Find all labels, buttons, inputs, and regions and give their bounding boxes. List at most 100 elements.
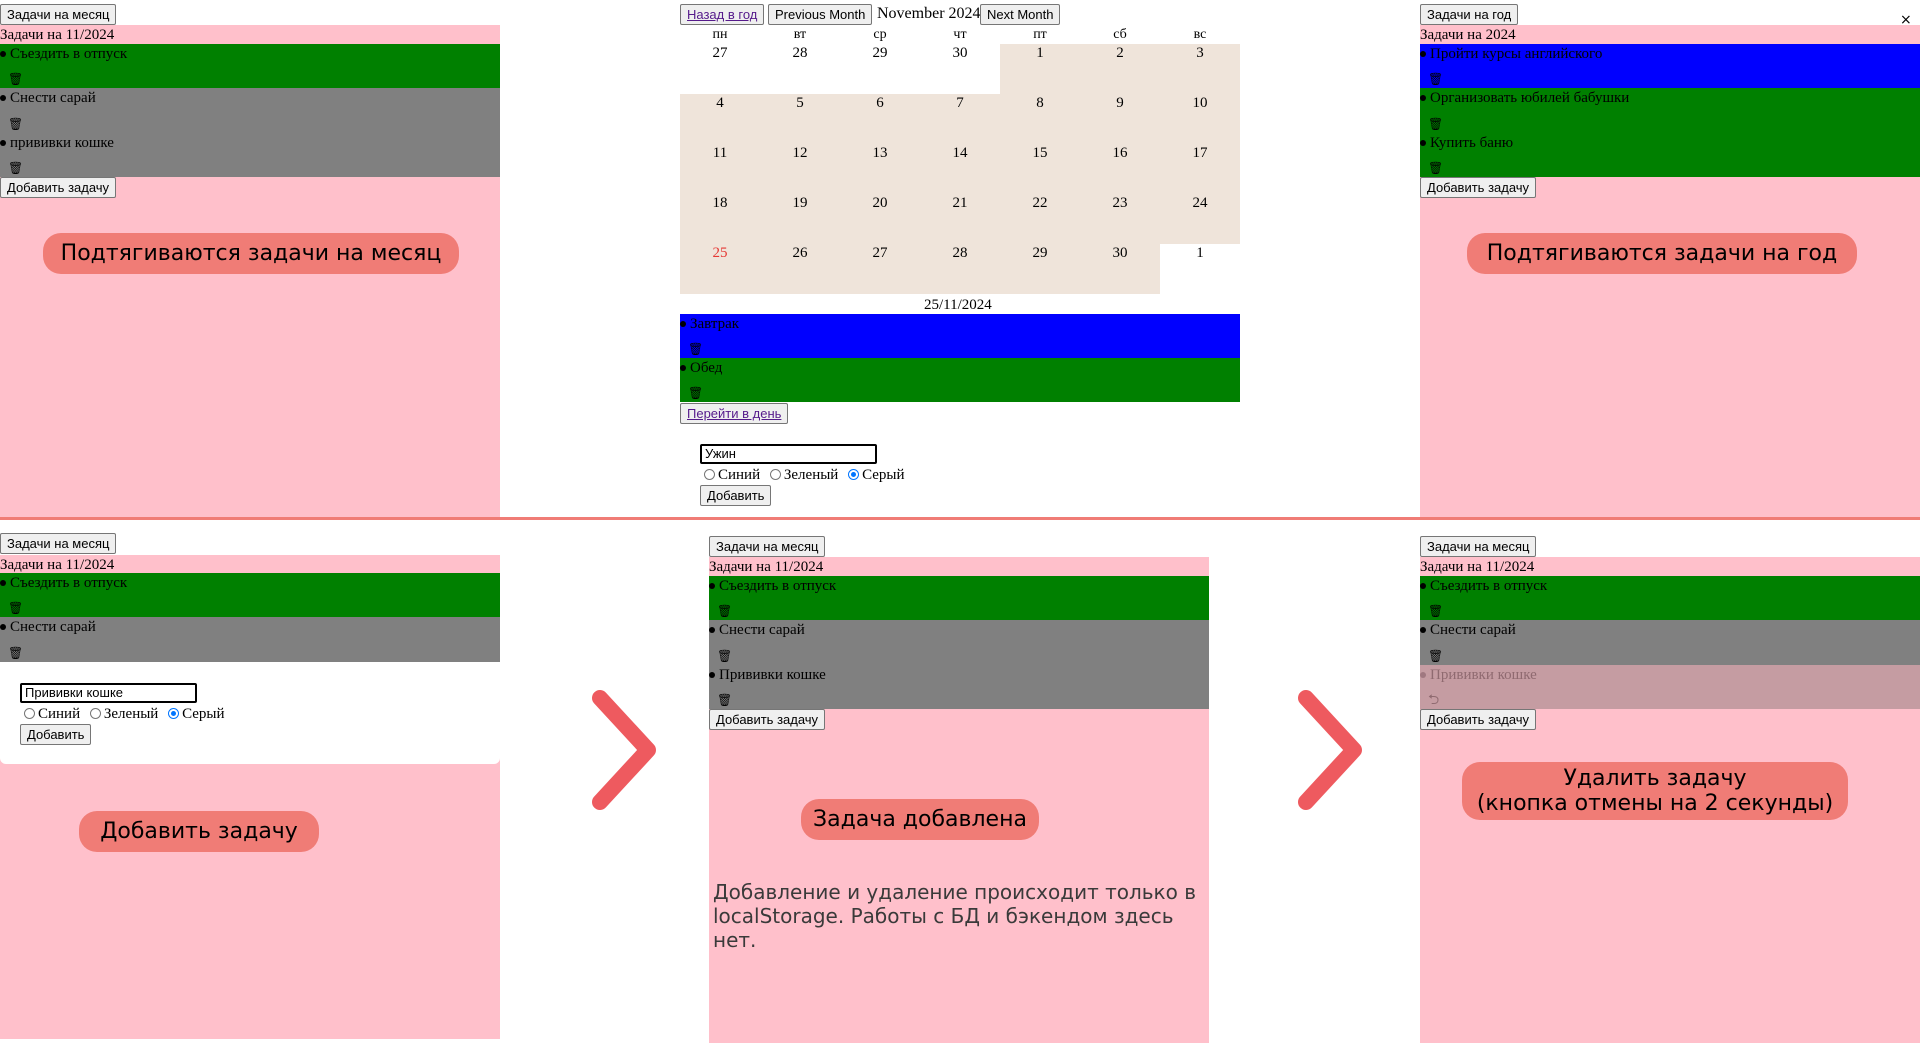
bullet-icon	[1420, 139, 1426, 146]
calendar-day[interactable]: 7	[920, 94, 1000, 144]
task-text: Обед	[690, 360, 723, 376]
calendar-day[interactable]: 23	[1080, 194, 1160, 244]
calendar-day[interactable]: 1	[1000, 44, 1080, 94]
calendar-day[interactable]: 13	[840, 144, 920, 194]
add-task-button[interactable]: Добавить задачу	[709, 709, 826, 730]
calendar-day[interactable]: 2	[1080, 44, 1160, 94]
undo-icon[interactable]: ⮌	[1428, 693, 1439, 707]
radio-blue[interactable]	[24, 708, 35, 720]
bullet-icon	[1420, 50, 1426, 57]
next-month-button[interactable]: Next Month	[980, 4, 1061, 25]
calendar-day[interactable]: 10	[1160, 94, 1240, 144]
calendar-day[interactable]: 14	[920, 144, 1000, 194]
task-item: Пройти курсы английского 🗑	[1420, 44, 1920, 88]
radio-gray[interactable]	[848, 469, 860, 481]
month-tasks-button[interactable]: Задачи на месяц	[709, 536, 826, 557]
calendar-day[interactable]: 29	[1000, 244, 1080, 294]
calendar-day-outside[interactable]: 1	[1160, 244, 1240, 294]
caption-task-added: Задача добавлена	[801, 799, 1039, 840]
trash-icon[interactable]: 🗑	[8, 647, 23, 659]
trash-icon[interactable]: 🗑	[1428, 162, 1443, 174]
calendar-day[interactable]: 3	[1160, 44, 1240, 94]
caption-year-tasks: Подтягиваются задачи на год	[1467, 233, 1857, 274]
color-radio-group: Синий Зеленый Серый	[24, 705, 231, 723]
new-task-input[interactable]: Ужин	[700, 444, 877, 464]
calendar-day[interactable]: 30	[1080, 244, 1160, 294]
radio-blue[interactable]	[704, 469, 715, 481]
close-icon[interactable]: ×	[1900, 13, 1912, 27]
calendar-day-outside[interactable]: 27	[680, 44, 760, 94]
add-button[interactable]: Добавить	[700, 485, 772, 506]
task-text: Завтрак	[690, 316, 740, 332]
trash-icon[interactable]: 🗑	[8, 162, 23, 174]
calendar-day[interactable]: 15	[1000, 144, 1080, 194]
trash-icon[interactable]: 🗑	[717, 605, 732, 617]
calendar-day[interactable]: 5	[760, 94, 840, 144]
calendar-day[interactable]: 16	[1080, 144, 1160, 194]
bullet-icon	[680, 320, 686, 327]
calendar-day[interactable]: 28	[920, 244, 1000, 294]
calendar-day-outside[interactable]: 30	[920, 44, 1000, 94]
trash-icon[interactable]: 🗑	[8, 602, 23, 614]
calendar-day[interactable]: 27	[840, 244, 920, 294]
calendar-day[interactable]: 12	[760, 144, 840, 194]
month-tasks-button[interactable]: Задачи на месяц	[0, 533, 117, 554]
bullet-icon	[0, 50, 6, 57]
calendar-day[interactable]: 9	[1080, 94, 1160, 144]
calendar-day[interactable]: 19	[760, 194, 840, 244]
task-text: Пройти курсы английского	[1430, 46, 1603, 62]
calendar-day[interactable]: 25	[680, 244, 760, 294]
trash-icon[interactable]: 🗑	[717, 694, 732, 706]
weekday-label: вс	[1193, 27, 1207, 42]
task-text: Прививки кошке	[719, 667, 826, 683]
trash-icon[interactable]: 🗑	[1428, 73, 1443, 85]
weekday-label: ср	[873, 27, 887, 42]
calendar-day[interactable]: 4	[680, 94, 760, 144]
trash-icon[interactable]: 🗑	[1428, 650, 1443, 662]
radio-label: Синий	[718, 467, 761, 483]
calendar-day[interactable]: 8	[1000, 94, 1080, 144]
trash-icon[interactable]: 🗑	[8, 73, 23, 85]
trash-icon[interactable]: 🗑	[688, 387, 703, 399]
trash-icon[interactable]: 🗑	[717, 650, 732, 662]
calendar-day[interactable]: 11	[680, 144, 760, 194]
task-text: Снести сарай	[1430, 622, 1516, 638]
month-tasks-header: Задачи на 11/2024	[1420, 559, 1535, 575]
year-tasks-button[interactable]: Задачи на год	[1420, 4, 1519, 25]
calendar-day[interactable]: 18	[680, 194, 760, 244]
add-task-button[interactable]: Добавить задачу	[1420, 709, 1537, 730]
calendar-day-outside[interactable]: 28	[760, 44, 840, 94]
calendar-day[interactable]: 26	[760, 244, 840, 294]
radio-label: Серый	[182, 706, 225, 722]
task-item: Съездить в отпуск 🗑	[1420, 576, 1920, 620]
previous-month-button[interactable]: Previous Month	[768, 4, 873, 25]
calendar-day[interactable]: 22	[1000, 194, 1080, 244]
calendar-day[interactable]: 21	[920, 194, 1000, 244]
calendar-day[interactable]: 20	[840, 194, 920, 244]
calendar-day-outside[interactable]: 29	[840, 44, 920, 94]
bullet-icon	[1420, 582, 1426, 589]
add-button[interactable]: Добавить	[20, 724, 92, 745]
new-task-input[interactable]: Прививки кошке	[20, 683, 197, 703]
bullet-icon	[0, 623, 6, 630]
trash-icon[interactable]: 🗑	[688, 343, 703, 355]
calendar-day[interactable]: 24	[1160, 194, 1240, 244]
calendar-day[interactable]: 6	[840, 94, 920, 144]
task-item: Снести сарай 🗑	[709, 620, 1209, 665]
day-task-item: Обед 🗑	[680, 358, 1240, 402]
radio-gray[interactable]	[168, 708, 180, 720]
add-task-button[interactable]: Добавить задачу	[0, 177, 117, 198]
trash-icon[interactable]: 🗑	[8, 118, 23, 130]
add-task-button[interactable]: Добавить задачу	[1420, 177, 1537, 198]
trash-icon[interactable]: 🗑	[1428, 118, 1443, 130]
back-to-year-button[interactable]: Назад в год	[680, 4, 765, 25]
calendar-day[interactable]: 17	[1160, 144, 1240, 194]
month-tasks-button[interactable]: Задачи на месяц	[1420, 536, 1537, 557]
radio-green[interactable]	[769, 469, 781, 481]
task-text: Снести сарай	[719, 622, 805, 638]
go-to-day-button[interactable]: Перейти в день	[680, 403, 789, 424]
month-tasks-button[interactable]: Задачи на месяц	[0, 4, 117, 25]
trash-icon[interactable]: 🗑	[1428, 605, 1443, 617]
chevron-right-icon	[1298, 690, 1362, 810]
radio-green[interactable]	[89, 708, 101, 720]
